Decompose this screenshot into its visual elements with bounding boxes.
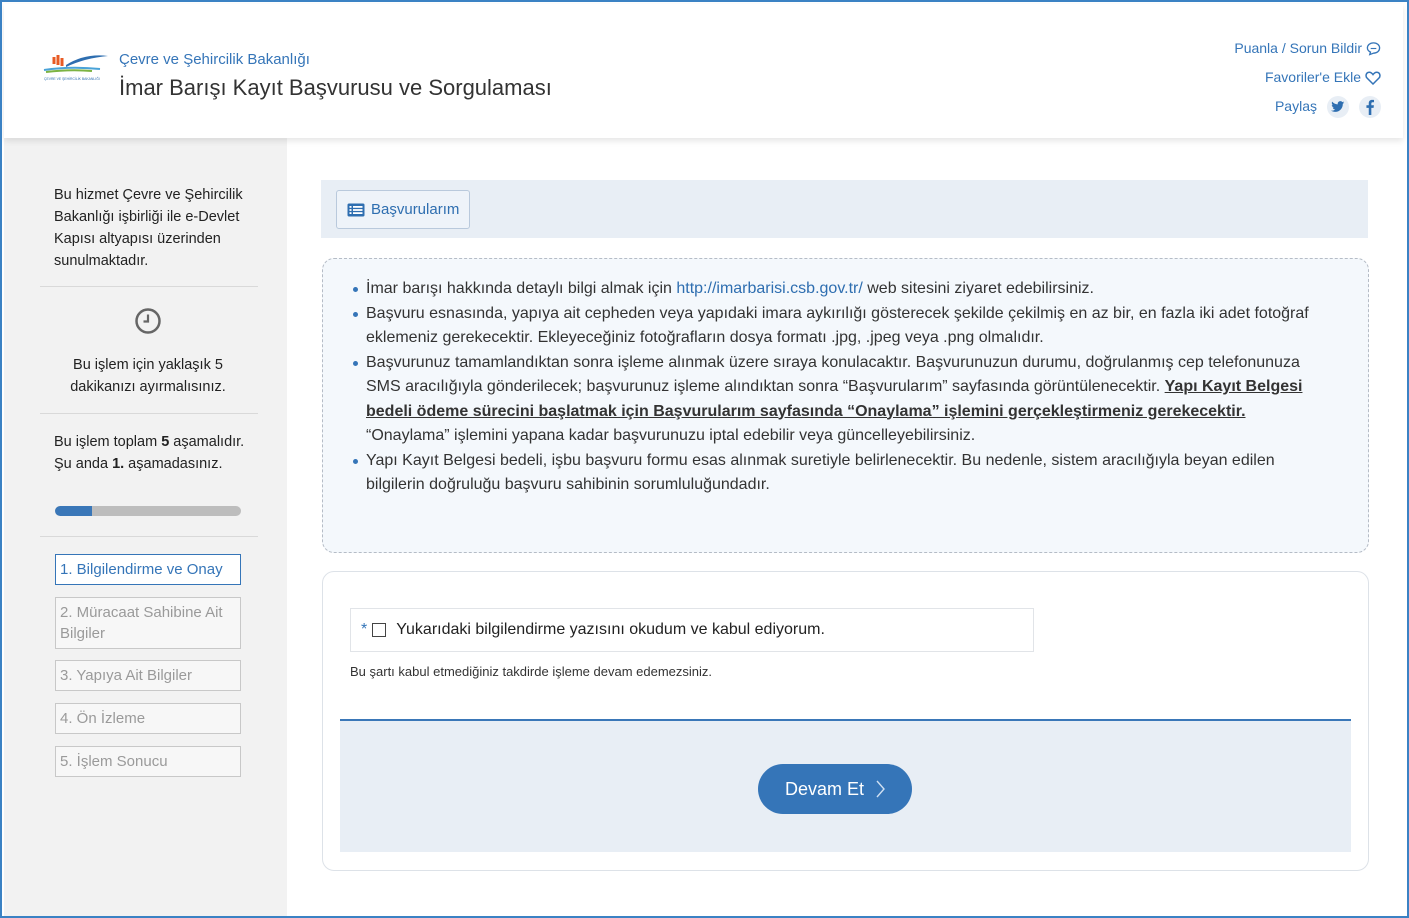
header: ÇEVRE VE ŞEHİRCİLİK BAKANLIĞI Çevre ve Ş…	[4, 4, 1403, 138]
stage-prefix: Bu işlem toplam	[54, 434, 162, 450]
sidebar-divider	[40, 536, 258, 537]
basvurularim-label: Başvurularım	[371, 201, 460, 218]
header-links: Puanla / Sorun Bildir Favoriler'e Ekle P…	[1234, 34, 1381, 121]
info-text: “Onaylama” işlemini yapana kadar başvuru…	[366, 427, 976, 444]
step-2[interactable]: 2. Müracaat Sahibine Ait Bilgiler	[55, 597, 241, 649]
info-text: Başvurunuz tamamlandıktan sonra işleme a…	[366, 353, 1300, 396]
basvurularim-button[interactable]: Başvurularım	[336, 190, 471, 229]
list-icon	[347, 203, 365, 216]
info-text: web sitesini ziyaret edebilirsiniz.	[862, 280, 1094, 297]
page-title: İmar Barışı Kayıt Başvurusu ve Sorgulama…	[119, 75, 552, 100]
ministry-logo[interactable]: ÇEVRE VE ŞEHİRCİLİK BAKANLIĞI	[40, 48, 110, 92]
toolbar: Başvurularım	[321, 180, 1368, 238]
info-item-fee: Yapı Kayıt Belgesi bedeli, işbu başvuru …	[351, 449, 1328, 498]
current-prefix: Şu anda	[54, 456, 113, 472]
accept-terms-checkbox[interactable]	[372, 623, 387, 637]
info-item-process: Başvurunuz tamamlandıktan sonra işleme a…	[351, 351, 1328, 449]
step-1[interactable]: 1. Bilgilendirme ve Onay	[55, 554, 241, 585]
current-step: 1.	[112, 456, 125, 472]
form-actions: Devam Et	[340, 719, 1351, 852]
sidebar-divider	[40, 413, 258, 414]
time-estimate-note: Bu işlem için yaklaşık 5 dakikanızı ayır…	[70, 357, 226, 395]
step-progress-bar	[55, 506, 241, 516]
twitter-share-button[interactable]	[1327, 95, 1349, 118]
facebook-share-button[interactable]	[1359, 95, 1381, 118]
facebook-icon	[1366, 99, 1374, 115]
required-mark: *	[361, 621, 368, 638]
sidebar: Bu hizmet Çevre ve Şehircilik Bakanlığı …	[4, 138, 287, 916]
share-label: Paylaş	[1274, 98, 1317, 114]
step-4[interactable]: 4. Ön İzleme	[55, 703, 241, 734]
chat-bubble-icon	[1366, 42, 1381, 56]
add-favorites-link[interactable]: Favoriler'e Ekle	[1234, 63, 1381, 92]
step-progress-fill	[55, 506, 93, 516]
info-item-photos: Başvuru esnasında, yapıya ait cepheden v…	[351, 302, 1328, 351]
service-provider-note: Bu hizmet Çevre ve Şehircilik Bakanlığı …	[54, 187, 243, 269]
stage-suffix: aşamalıdır.	[169, 434, 245, 450]
approval-form: * Yukarıdaki bilgilendirme yazısını okud…	[322, 571, 1369, 871]
step-3[interactable]: 3. Yapıya Ait Bilgiler	[55, 660, 241, 691]
add-favorites-label: Favoriler'e Ekle	[1264, 69, 1361, 85]
terms-warning: Bu şartı kabul etmediğiniz takdirde işle…	[350, 664, 713, 679]
accept-terms-label[interactable]: Yukarıdaki bilgilendirme yazısını okudum…	[396, 621, 825, 639]
rate-report-link[interactable]: Puanla / Sorun Bildir	[1234, 34, 1381, 63]
info-list: İmar barışı hakkında detaylı bilgi almak…	[351, 277, 1328, 498]
chevron-right-icon	[876, 780, 885, 798]
imarbarisi-link[interactable]: http://imarbarisi.csb.gov.tr/	[676, 280, 862, 297]
page-frame: ÇEVRE VE ŞEHİRCİLİK BAKANLIĞI Çevre ve Ş…	[0, 0, 1409, 918]
accept-terms-field[interactable]: * Yukarıdaki bilgilendirme yazısını okud…	[350, 608, 1034, 652]
info-item-website: İmar barışı hakkında detaylı bilgi almak…	[351, 277, 1328, 302]
info-text: İmar barışı hakkında detaylı bilgi almak…	[366, 280, 677, 297]
sidebar-divider	[40, 286, 258, 287]
twitter-icon	[1331, 100, 1345, 112]
continue-label: Devam Et	[784, 778, 865, 799]
current-suffix: aşamadasınız.	[124, 456, 223, 472]
continue-button[interactable]: Devam Et	[758, 764, 912, 814]
share-row: Paylaş	[1234, 92, 1381, 121]
logo-text: ÇEVRE VE ŞEHİRCİLİK BAKANLIĞI	[44, 76, 100, 81]
stage-info: Bu işlem toplam 5 aşamalıdır. Şu anda 1.…	[54, 431, 254, 475]
information-panel: İmar barışı hakkında detaylı bilgi almak…	[322, 258, 1369, 553]
step-5[interactable]: 5. İşlem Sonucu	[55, 746, 241, 777]
rate-report-label: Puanla / Sorun Bildir	[1234, 40, 1362, 56]
ministry-name[interactable]: Çevre ve Şehircilik Bakanlığı	[119, 51, 310, 68]
heart-icon	[1365, 70, 1381, 85]
clock-icon	[135, 308, 161, 334]
